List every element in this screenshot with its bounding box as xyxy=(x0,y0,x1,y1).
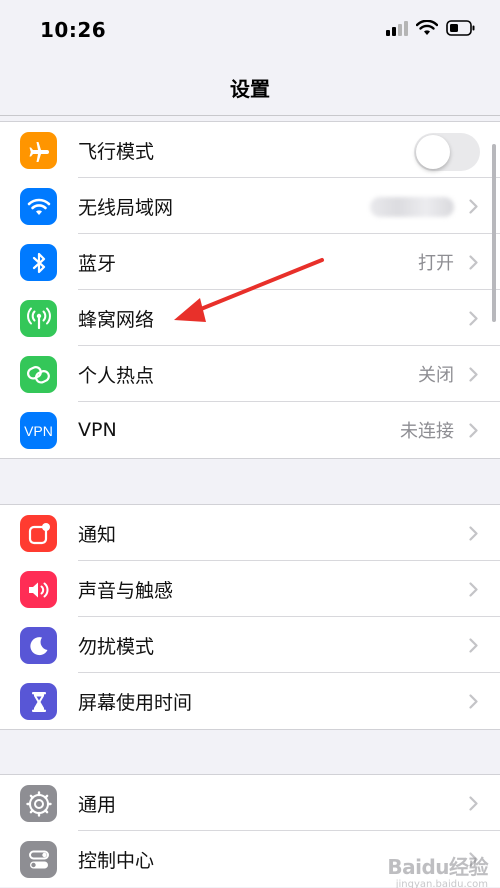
wifi-status-icon xyxy=(415,19,439,40)
settings-row-personal-hotspot[interactable]: 个人热点 关闭 xyxy=(0,346,500,402)
status-icons xyxy=(386,19,476,40)
scrollbar[interactable] xyxy=(492,144,496,322)
cellular-icon xyxy=(20,300,57,337)
settings-row-sounds-haptics[interactable]: 声音与触感 xyxy=(0,561,500,617)
settings-row-airplane-mode[interactable]: 飞行模式 xyxy=(0,122,500,178)
settings-row-wifi[interactable]: 无线局域网 xyxy=(0,178,500,234)
settings-row-notifications[interactable]: 通知 xyxy=(0,505,500,561)
sound-icon xyxy=(20,571,57,608)
battery-icon xyxy=(446,20,476,40)
chevron-right-icon xyxy=(469,367,478,386)
settings-row-general[interactable]: 通用 xyxy=(0,775,500,831)
row-value: 打开 xyxy=(418,253,454,274)
toggle-knob xyxy=(416,135,450,169)
chevron-right-icon xyxy=(469,199,478,218)
chevron-right-icon xyxy=(469,255,478,274)
row-label: 蜂窝网络 xyxy=(78,308,155,331)
control-center-icon xyxy=(20,841,57,878)
row-value: 关闭 xyxy=(418,365,454,386)
chevron-right-icon xyxy=(469,638,478,657)
bluetooth-icon xyxy=(20,244,57,281)
airplane-icon xyxy=(20,132,57,169)
row-label: 通知 xyxy=(78,523,117,546)
nav-divider xyxy=(0,115,500,116)
chevron-right-icon xyxy=(469,694,478,713)
hourglass-icon xyxy=(20,683,57,720)
chevron-right-icon xyxy=(469,311,478,330)
nav-bar: 设置 xyxy=(0,64,500,116)
wifi-icon xyxy=(20,188,57,225)
row-value: 未连接 xyxy=(400,421,454,442)
watermark-logo: Baidu经验 xyxy=(387,855,488,879)
watermark-url: jingyan.baidu.com xyxy=(395,879,488,888)
row-label: 飞行模式 xyxy=(78,140,155,163)
chevron-right-icon xyxy=(469,796,478,815)
row-label: VPN xyxy=(78,419,117,441)
row-label: 无线局域网 xyxy=(78,196,174,219)
cellular-signal-icon xyxy=(386,20,408,40)
settings-row-do-not-disturb[interactable]: 勿扰模式 xyxy=(0,617,500,673)
wifi-network-name-blurred xyxy=(370,197,454,217)
settings-row-bluetooth[interactable]: 蓝牙 打开 xyxy=(0,234,500,290)
row-label: 勿扰模式 xyxy=(78,635,155,658)
chevron-right-icon xyxy=(469,423,478,442)
vpn-icon: VPN xyxy=(20,412,57,449)
row-label: 蓝牙 xyxy=(78,252,117,275)
row-label: 个人热点 xyxy=(78,364,155,387)
row-label: 屏幕使用时间 xyxy=(78,691,193,714)
row-label: 声音与触感 xyxy=(78,579,174,602)
status-bar: 10:26 xyxy=(0,0,500,64)
chevron-right-icon xyxy=(469,582,478,601)
watermark: Baidu经验 jingyan.baidu.com xyxy=(387,851,488,888)
chevron-right-icon xyxy=(469,526,478,545)
moon-icon xyxy=(20,627,57,664)
settings-row-screen-time[interactable]: 屏幕使用时间 xyxy=(0,673,500,729)
status-time: 10:26 xyxy=(40,18,107,42)
settings-row-vpn[interactable]: VPN VPN 未连接 xyxy=(0,402,500,458)
page-title: 设置 xyxy=(230,77,270,101)
settings-group-connectivity: 飞行模式 无线局域网 蓝牙 打开 蜂窝网络 个人热点 关闭 VPN VPN 未连… xyxy=(0,121,500,459)
row-label: 通用 xyxy=(78,793,117,816)
settings-group-notifications: 通知 声音与触感 勿扰模式 屏幕使用时间 xyxy=(0,504,500,730)
notifications-icon xyxy=(20,515,57,552)
airplane-mode-toggle[interactable] xyxy=(414,133,480,171)
gear-icon xyxy=(20,785,57,822)
vpn-icon-text: VPN xyxy=(24,422,53,439)
hotspot-icon xyxy=(20,356,57,393)
settings-row-cellular[interactable]: 蜂窝网络 xyxy=(0,290,500,346)
row-label: 控制中心 xyxy=(78,849,155,872)
